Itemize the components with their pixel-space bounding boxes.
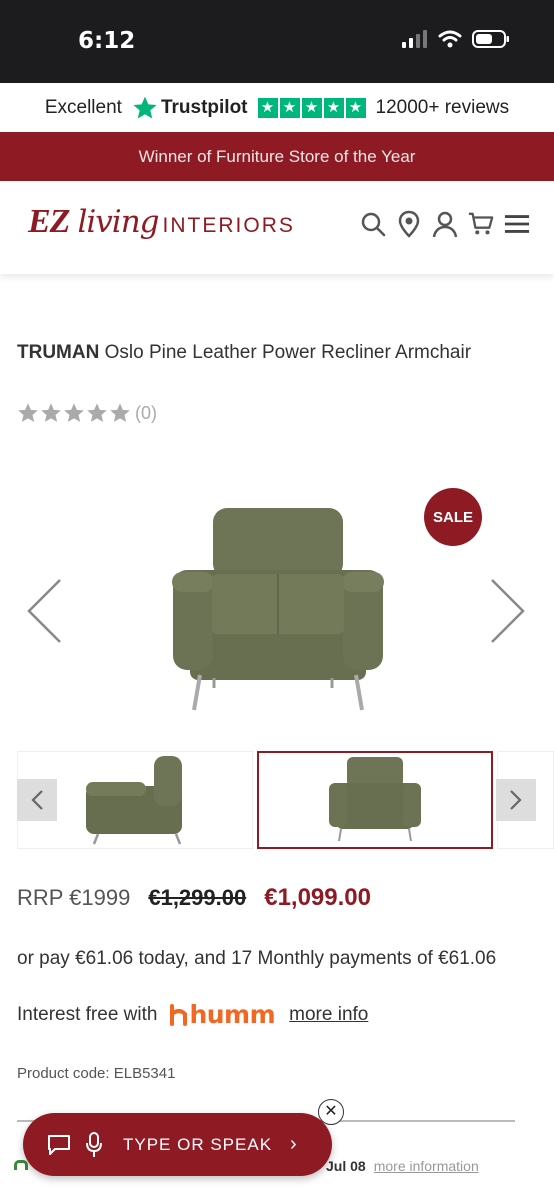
star-icon: ★: [301, 97, 322, 118]
menu-icon[interactable]: [504, 209, 530, 239]
star-icon: [110, 403, 130, 422]
trustpilot-rating-word: Excellent: [44, 96, 122, 118]
voice-label: TYPE OR SPEAK: [123, 1134, 273, 1154]
chevron-left-icon: [31, 790, 43, 810]
logo-living: living: [77, 204, 159, 240]
logo-interiors: INTERIORS: [162, 214, 295, 237]
trustpilot-reviews: 12000+ reviews: [375, 96, 510, 118]
star-icon: [18, 403, 38, 422]
rating-stars: [17, 402, 131, 424]
site-header: EZ living INTERIORS: [0, 181, 554, 274]
armchair-front-thumb-image: [329, 757, 421, 842]
star-icon: ★: [345, 97, 366, 118]
finance-text: or pay €61.06 today, and 17 Monthly paym…: [17, 948, 497, 969]
delivery-info: Jul 08 more information: [326, 1158, 479, 1174]
product-name: Oslo Pine Leather Power Recliner Armchai…: [104, 342, 472, 363]
trustpilot-brand: Trustpilot: [132, 95, 248, 121]
promo-banner[interactable]: Winner of Furniture Store of the Year: [0, 132, 554, 181]
star-icon: [41, 403, 61, 422]
product-code: Product code: ELB5341: [17, 1065, 176, 1082]
status-time: 6:12: [78, 28, 136, 54]
cart-icon[interactable]: [468, 209, 494, 239]
delivery-more-link[interactable]: more information: [374, 1158, 479, 1174]
voice-search-bar[interactable]: TYPE OR SPEAK ›: [23, 1113, 332, 1176]
rating-count: (0): [135, 402, 157, 423]
delivery-date: Jul 08: [326, 1158, 366, 1174]
chevron-right-icon: [510, 790, 522, 810]
humm-mark-icon: [170, 1003, 188, 1026]
trustpilot-brand-label: Trustpilot: [160, 96, 248, 118]
current-price: €1,099.00: [264, 884, 371, 911]
promo-text: Winner of Furniture Store of the Year: [138, 146, 416, 166]
star-icon: ★: [257, 97, 278, 118]
star-icon: ★: [279, 97, 300, 118]
star-icon: [87, 403, 107, 422]
rrp-price: RRP €1999: [17, 885, 131, 910]
product-brand: TRUMAN: [17, 342, 100, 363]
was-price: €1,299.00: [148, 885, 247, 910]
header-icons: [360, 209, 530, 239]
chevron-left-icon[interactable]: [26, 578, 62, 649]
chevron-right-icon: ›: [290, 1133, 297, 1155]
close-icon[interactable]: ✕: [318, 1099, 344, 1125]
humm-logo: humm: [169, 1000, 276, 1029]
search-icon[interactable]: [360, 209, 386, 239]
status-bar: 6:12: [0, 0, 554, 83]
microphone-icon: [86, 1131, 102, 1157]
thumbnail-next-button[interactable]: [496, 779, 536, 821]
thumbnail-front-view[interactable]: [257, 751, 493, 849]
trustpilot-stars: ★ ★ ★ ★ ★: [257, 97, 366, 118]
trustpilot-bar[interactable]: Excellent Trustpilot ★ ★ ★ ★ ★ 12000+ re…: [0, 83, 554, 132]
trustpilot-star-icon: [133, 96, 157, 119]
star-icon: ★: [323, 97, 344, 118]
product-title: TRUMAN Oslo Pine Leather Power Recliner …: [17, 336, 537, 370]
account-icon[interactable]: [432, 209, 458, 239]
interest-free-label: Interest free with: [17, 1003, 158, 1025]
thumbnail-strip: [17, 751, 554, 849]
chat-icon: [48, 1134, 70, 1155]
humm-row: Interest free with humm more info: [17, 1000, 368, 1029]
status-icons: [402, 30, 510, 48]
price-row: RRP €1999 €1,299.00 €1,099.00: [17, 884, 371, 912]
thumbnail-prev-button[interactable]: [17, 779, 57, 821]
more-info-link[interactable]: more info: [289, 1004, 368, 1026]
location-icon[interactable]: [396, 209, 422, 239]
star-icon: [64, 403, 84, 422]
logo-ez: EZ: [28, 203, 70, 240]
chevron-right-icon[interactable]: [490, 578, 526, 649]
wifi-icon: [438, 30, 462, 48]
site-logo[interactable]: EZ living INTERIORS: [28, 203, 295, 241]
signal-icon: [402, 30, 427, 48]
humm-wordmark: humm: [189, 1000, 276, 1029]
battery-icon: [472, 30, 509, 48]
product-rating[interactable]: (0): [17, 402, 157, 424]
delivery-icon: [14, 1160, 28, 1170]
sale-badge: SALE: [424, 488, 482, 546]
